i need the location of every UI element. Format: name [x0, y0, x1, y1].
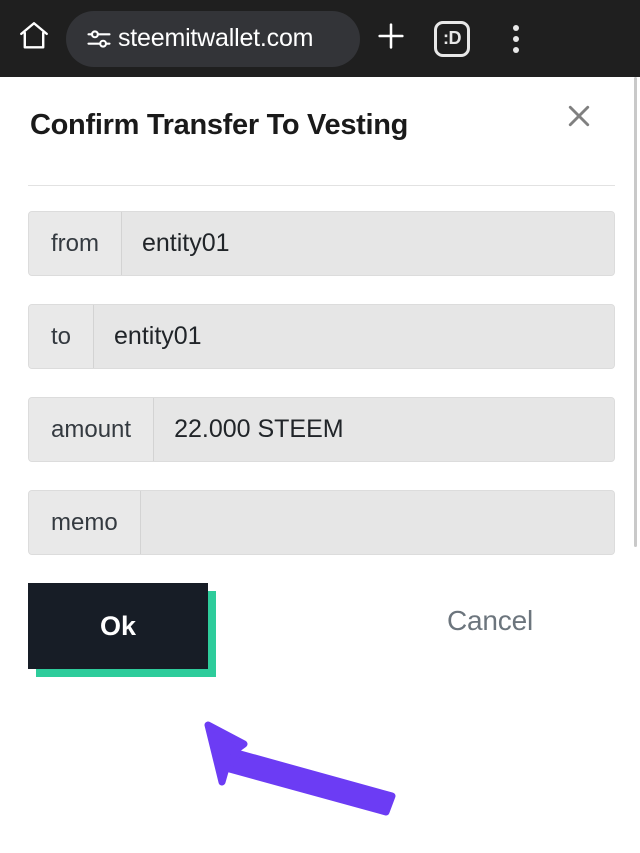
page-title: Confirm Transfer To Vesting [30, 109, 409, 141]
field-value-to: entity01 [94, 305, 614, 368]
tune-icon[interactable] [85, 25, 113, 53]
close-icon [564, 101, 594, 136]
cancel-button[interactable]: Cancel [447, 605, 533, 637]
field-label-amount: amount [29, 398, 155, 461]
three-dot-menu-icon [513, 24, 519, 53]
ok-button[interactable]: Ok [28, 583, 208, 669]
field-value-from: entity01 [122, 212, 614, 275]
field-value-amount: 22.000 STEEM [154, 398, 614, 461]
ok-button-wrap: Ok [28, 583, 216, 677]
modal-header: Confirm Transfer To Vesting [0, 77, 640, 185]
field-row-amount: amount 22.000 STEEM [28, 397, 615, 462]
transfer-details-form: from entity01 to entity01 amount 22.000 … [0, 186, 640, 555]
field-row-to: to entity01 [28, 304, 615, 369]
tab-counter-button[interactable]: :D [422, 11, 482, 67]
close-button[interactable] [562, 101, 596, 135]
browser-menu-button[interactable] [488, 11, 544, 67]
field-label-memo: memo [29, 491, 141, 554]
plus-icon [374, 19, 408, 58]
field-label-to: to [29, 305, 95, 368]
browser-toolbar: steemitwallet.com :D [0, 0, 640, 77]
modal-actions: Ok Cancel [0, 583, 640, 703]
tab-count-label: :D [434, 20, 470, 57]
field-value-memo [140, 491, 614, 554]
url-bar[interactable]: steemitwallet.com [66, 10, 360, 67]
scrollbar-thumb[interactable] [634, 77, 637, 547]
home-button[interactable] [6, 11, 62, 67]
field-label-from: from [29, 212, 122, 275]
modal-dialog: Confirm Transfer To Vesting from entity0… [0, 77, 640, 853]
field-row-from: from entity01 [28, 211, 615, 276]
page-scrollbar[interactable] [632, 77, 640, 853]
field-row-memo: memo [28, 490, 615, 555]
home-icon [17, 19, 51, 58]
url-text: steemitwallet.com [118, 24, 314, 52]
new-tab-button[interactable] [360, 11, 422, 67]
